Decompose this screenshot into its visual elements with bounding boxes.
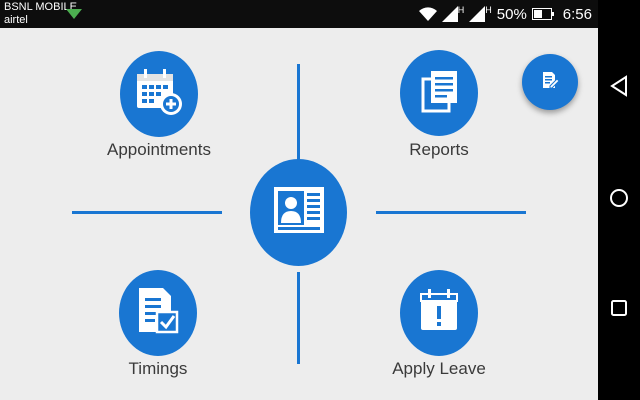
battery-icon <box>531 8 554 20</box>
profile-button[interactable] <box>250 159 347 266</box>
timings-label: Timings <box>128 359 188 378</box>
home-button[interactable] <box>606 187 632 213</box>
system-nav-bar <box>598 0 640 400</box>
carrier-secondary: airtel <box>4 14 28 26</box>
network-type-2: H <box>485 5 492 15</box>
appointments-button[interactable] <box>120 51 198 137</box>
calendar-add-icon <box>133 66 185 123</box>
recents-square-icon <box>610 299 628 322</box>
status-bar: BSNL MOBILE airtel H H 50% 6:56 <box>0 0 598 28</box>
data-activity-icon <box>66 6 82 24</box>
appointments-label: Appointments <box>107 140 211 159</box>
apply-leave-button[interactable] <box>400 270 478 356</box>
divider-bottom <box>297 272 300 364</box>
edit-document-icon <box>540 70 560 95</box>
profile-card-icon <box>270 181 328 244</box>
reports-button[interactable] <box>400 50 478 136</box>
wifi-icon <box>418 7 437 21</box>
status-icons: H H 50% 6:56 <box>418 4 592 24</box>
apply-leave-label: Apply Leave <box>392 359 486 378</box>
recents-button[interactable] <box>606 297 632 323</box>
home-circle-icon <box>609 188 629 213</box>
divider-top <box>297 64 300 160</box>
reports-label: Reports <box>409 140 469 159</box>
timings-button[interactable] <box>119 270 197 356</box>
divider-right <box>376 211 526 214</box>
calendar-alert-icon <box>417 288 461 339</box>
back-button[interactable] <box>606 74 632 102</box>
signal-icon-1 <box>441 6 458 22</box>
network-type-1: H <box>457 5 465 15</box>
edit-fab[interactable] <box>522 54 578 110</box>
signal-icon-2 <box>469 6 486 22</box>
reports-icon <box>415 67 463 120</box>
dashboard: Appointments Reports Timings Apply Leave <box>0 28 598 400</box>
battery-percent: 50% <box>496 5 527 23</box>
timesheet-check-icon <box>135 286 181 341</box>
divider-left <box>72 211 222 214</box>
clock: 6:56 <box>562 5 592 23</box>
back-triangle-icon <box>609 74 629 102</box>
